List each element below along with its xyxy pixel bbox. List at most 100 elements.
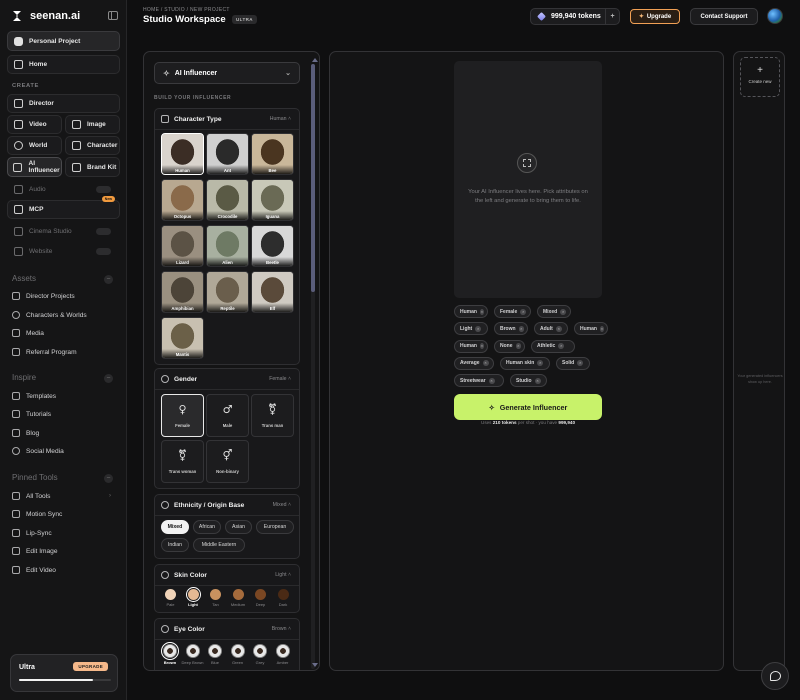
plan-upgrade-button[interactable]: UPGRADE [73, 662, 108, 671]
section-header[interactable]: Skin Color [161, 571, 207, 579]
section-header[interactable]: Ethnicity / Origin Base [161, 501, 244, 509]
sidebar-item-character[interactable]: Character [65, 136, 120, 155]
link-edit-image[interactable]: Edit Image [12, 547, 58, 555]
skin-swatch-pale[interactable] [165, 589, 176, 600]
sidebar-item-director[interactable]: Director [7, 94, 120, 113]
remove-tag-icon[interactable]: × [555, 325, 562, 332]
ethnicity-option-mixed[interactable]: Mixed [161, 520, 189, 534]
mode-selector[interactable]: ✧ AI Influencer ⌄ [154, 62, 300, 84]
chat-support-icon[interactable] [761, 662, 789, 690]
sidebar-item-image[interactable]: Image [65, 115, 120, 134]
gender-option-male[interactable]: ♂ Male [206, 394, 249, 437]
token-balance[interactable]: 999,940 tokens + [530, 8, 620, 25]
remove-tag-icon[interactable]: × [479, 343, 484, 350]
remove-tag-icon[interactable]: × [488, 377, 495, 384]
link-edit-video[interactable]: Edit Video [12, 566, 56, 574]
remove-tag-icon[interactable]: × [577, 360, 584, 367]
skin-swatch-deep[interactable] [255, 589, 266, 600]
remove-tag-icon[interactable]: × [520, 308, 527, 315]
attribute-tag-none[interactable]: None × [494, 339, 525, 353]
upgrade-button[interactable]: ✦ Upgrade [630, 9, 680, 24]
ethnicity-option-european[interactable]: European [256, 520, 294, 534]
skin-swatch-dark[interactable] [277, 589, 289, 600]
character-type-iguana[interactable]: Iguana [251, 179, 294, 221]
character-type-reptile[interactable]: Reptile [206, 271, 249, 313]
eye-swatch-grey[interactable] [253, 644, 267, 658]
create-new-button[interactable]: + Create new [740, 57, 780, 97]
eye-swatch-green[interactable] [230, 644, 245, 658]
character-type-elf[interactable]: Elf [251, 271, 294, 313]
sidebar-item-video[interactable]: Video [7, 115, 62, 134]
workspace-selector[interactable]: Personal Project [7, 31, 120, 51]
ethnicity-option-indian[interactable]: Indian [161, 538, 189, 552]
character-type-amphibian[interactable]: Amphibian [161, 271, 204, 313]
gender-option-trans-man[interactable]: ⚧ Trans man [251, 394, 294, 437]
eye-swatch-blue[interactable] [208, 644, 222, 658]
builder-scrollbar[interactable] [311, 64, 315, 669]
link-blog[interactable]: Blog [12, 429, 39, 437]
skin-swatch-medium[interactable] [232, 589, 244, 600]
scrollbar-thumb[interactable] [311, 64, 315, 292]
attribute-tag-female[interactable]: Female × [494, 305, 531, 318]
sidebar-item-website[interactable]: Website [7, 242, 120, 261]
section-header[interactable]: Gender [161, 375, 197, 383]
link-media[interactable]: Media [12, 329, 44, 337]
gender-option-female[interactable]: ♀ Female [161, 394, 204, 437]
section-current-value[interactable]: Mixed [273, 502, 291, 508]
attribute-tag-solid[interactable]: Solid × [556, 356, 590, 370]
link-social-media[interactable]: Social Media [12, 447, 64, 455]
section-current-value[interactable]: Human [270, 116, 291, 122]
sidebar-item-cinema-studio[interactable]: Cinema Studio [7, 222, 120, 241]
attribute-tag-studio[interactable]: Studio × [510, 374, 547, 388]
attribute-tag-athletic[interactable]: Athletic × [531, 339, 575, 353]
remove-tag-icon[interactable]: × [482, 360, 489, 367]
link-tutorials[interactable]: Tutorials [12, 410, 51, 418]
remove-tag-icon[interactable]: × [479, 308, 484, 315]
character-type-human[interactable]: Human [161, 133, 204, 175]
sidebar-item-ai-influencer[interactable]: AI Influencer [7, 157, 62, 177]
section-current-value[interactable]: Female [269, 376, 291, 382]
avatar[interactable] [767, 8, 783, 24]
attribute-tag-human[interactable]: Human × [574, 322, 608, 336]
link-templates[interactable]: Templates [12, 392, 56, 400]
attribute-tag-light[interactable]: Light × [454, 322, 488, 336]
remove-tag-icon[interactable]: × [475, 325, 482, 332]
attribute-tag-human-skin[interactable]: Human skin × [500, 356, 550, 370]
attribute-tag-human[interactable]: Human × [454, 339, 488, 353]
sidebar-collapse-icon[interactable] [108, 11, 118, 20]
link-characters-worlds[interactable]: Characters & Worlds [12, 311, 87, 319]
sidebar-item-world[interactable]: World [7, 136, 62, 155]
remove-tag-icon[interactable]: × [518, 325, 524, 332]
generate-influencer-button[interactable]: ✧ Generate Influencer [454, 394, 602, 420]
character-type-crocodile[interactable]: Crocodile [206, 179, 249, 221]
attribute-tag-mixed[interactable]: Mixed × [537, 305, 571, 318]
pinned-toggle-icon[interactable]: – [104, 474, 113, 483]
gender-option-non-binary[interactable]: ⚥ Non-binary [206, 440, 249, 483]
section-header[interactable]: Eye Color [161, 625, 205, 633]
character-type-mantis[interactable]: Mantis [161, 317, 204, 359]
eye-swatch-deep-brown[interactable] [185, 644, 200, 658]
remove-tag-icon[interactable]: × [599, 325, 604, 332]
eye-swatch-amber[interactable] [275, 644, 290, 658]
attribute-tag-adult[interactable]: Adult × [534, 322, 568, 336]
attribute-tag-streetwear[interactable]: Streetwear × [454, 374, 504, 388]
assets-toggle-icon[interactable]: – [104, 275, 113, 284]
remove-tag-icon[interactable]: × [558, 343, 565, 350]
attribute-tag-human[interactable]: Human × [454, 305, 488, 318]
remove-tag-icon[interactable]: × [534, 377, 541, 384]
character-type-octopus[interactable]: Octopus [161, 179, 204, 221]
section-current-value[interactable]: Brown [272, 626, 291, 632]
attribute-tag-brown[interactable]: Brown × [494, 322, 528, 336]
remove-tag-icon[interactable]: × [537, 360, 544, 367]
link-all-tools[interactable]: All Tools › [12, 492, 111, 500]
scroll-down-icon[interactable] [312, 663, 318, 667]
link-director-projects[interactable]: Director Projects [12, 292, 75, 300]
section-current-value[interactable]: Light [275, 572, 291, 578]
character-type-ant[interactable]: Ant [206, 133, 249, 175]
contact-support-button[interactable]: Contact Support [690, 8, 758, 25]
ethnicity-option-african[interactable]: African [193, 520, 221, 534]
remove-tag-icon[interactable]: × [560, 308, 567, 315]
skin-swatch-tan[interactable] [210, 589, 221, 600]
character-type-alien[interactable]: Alien [206, 225, 249, 267]
link-motion-sync[interactable]: Motion Sync [12, 510, 62, 518]
